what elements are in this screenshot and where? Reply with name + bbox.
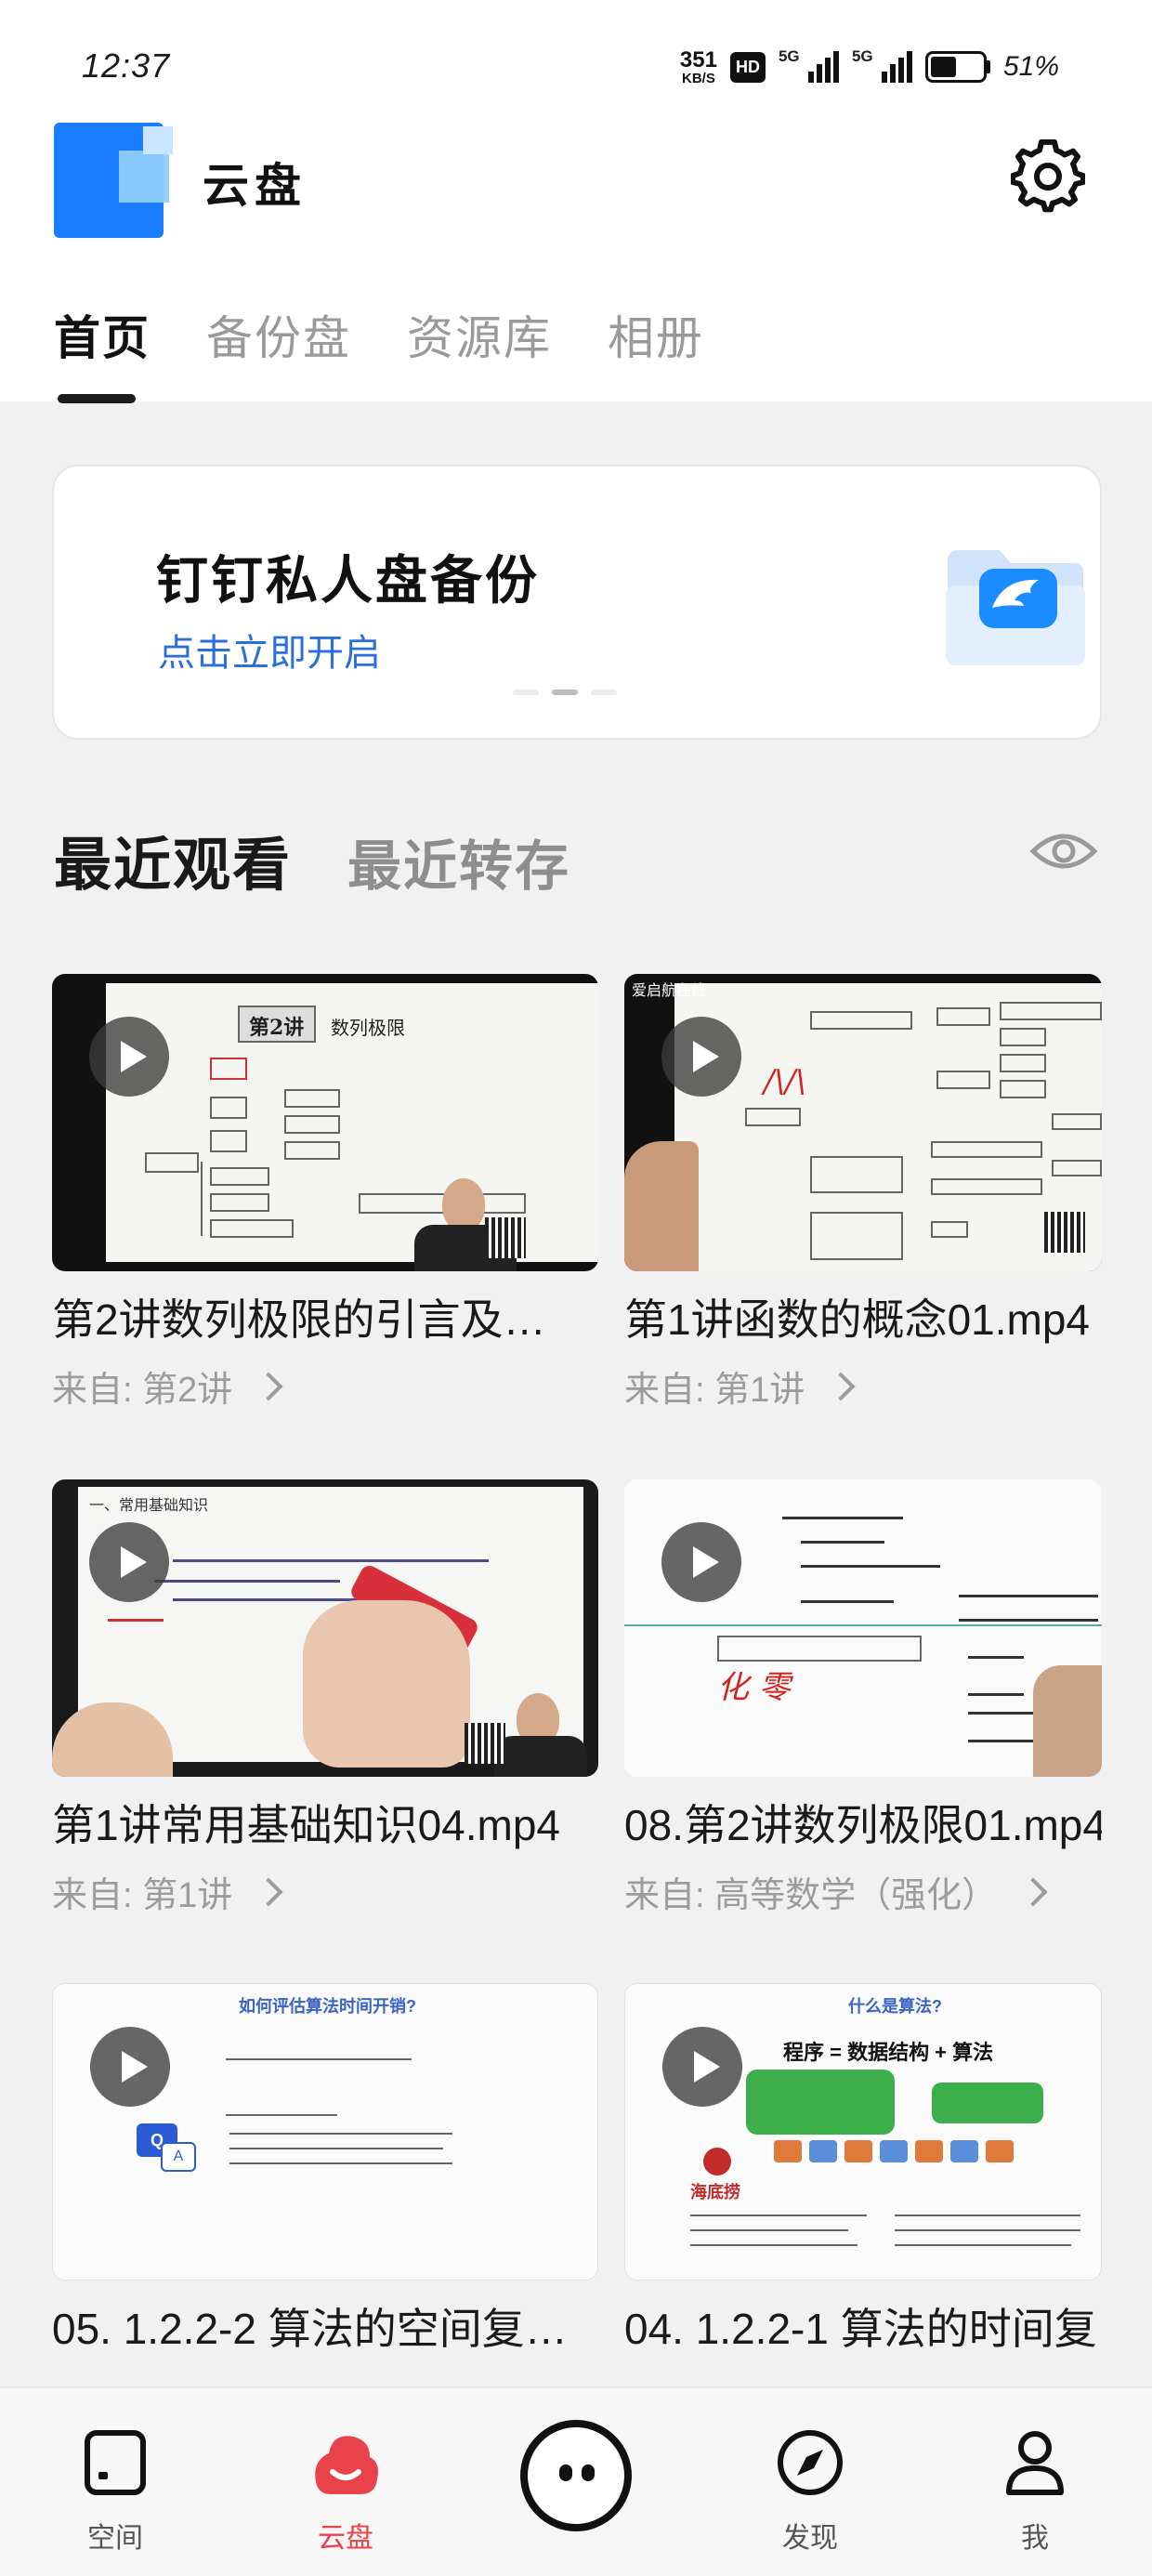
signal-icon: 5G: [779, 47, 839, 83]
chevron-right-icon: [1018, 1876, 1048, 1907]
tab-album[interactable]: 相册: [608, 301, 704, 368]
nav-me[interactable]: 我: [970, 2425, 1100, 2556]
nav-discover-label: 发现: [782, 2522, 838, 2555]
cloud-drive-icon: [315, 2436, 378, 2494]
video-card[interactable]: 化 零 08.第2讲数列极限01.mp4 来自: 高等数学（强化）: [624, 1479, 1102, 1917]
video-card[interactable]: 什么是算法? 程序 = 数据结构 + 算法 海底捞 04. 1.2.2-1 算法…: [624, 1983, 1102, 2357]
play-icon[interactable]: [90, 2027, 170, 2107]
app-logo: [54, 123, 180, 238]
signal-label: 5G: [778, 47, 800, 65]
backup-banner[interactable]: 钉钉私人盘备份 点击立即开启: [52, 465, 1102, 740]
tab-recently-saved[interactable]: 最近转存: [347, 822, 570, 900]
video-card[interactable]: 如何评估算法时间开销? Q A 05. 1.2.2-2 算法的空间复…: [52, 1983, 598, 2357]
status-time: 12:37: [82, 46, 171, 85]
video-thumbnail[interactable]: 第2讲 数列极限: [52, 974, 598, 1271]
battery-icon: [924, 51, 990, 83]
visibility-toggle-button[interactable]: [1029, 825, 1098, 877]
thumb-heading: 第2讲: [249, 1016, 305, 1040]
video-thumbnail[interactable]: 如何评估算法时间开销? Q A: [52, 1983, 598, 2280]
chevron-right-icon: [254, 1876, 283, 1907]
active-tab-indicator: [58, 394, 136, 403]
thumb-handwriting: 化 零: [717, 1669, 791, 1706]
compass-icon: [778, 2430, 843, 2495]
signal-icon: 5G: [852, 47, 912, 83]
play-icon[interactable]: [661, 1522, 741, 1602]
video-title: 第1讲函数的概念01.mp4: [624, 1295, 1091, 1344]
chat-face-button[interactable]: [520, 2420, 632, 2531]
video-thumbnail[interactable]: 一、常用基础知识: [52, 1479, 598, 1777]
video-card[interactable]: 一、常用基础知识 第1讲常用基础知识04.mp4 来自: 第1讲: [52, 1479, 598, 1917]
nav-discover[interactable]: 发现: [745, 2425, 875, 2556]
nav-cloud-drive-label: 云盘: [318, 2522, 373, 2555]
thumb-heading: 什么是算法?: [848, 1997, 942, 2016]
banner-title: 钉钉私人盘备份: [156, 551, 540, 610]
thumb-formula: 程序 = 数据结构 + 算法: [783, 2041, 994, 2064]
thumb-heading: 一、常用基础知识: [89, 1498, 209, 1514]
tab-home[interactable]: 首页: [54, 301, 151, 368]
network-speed: 351 KB/S: [679, 46, 717, 86]
video-card[interactable]: 爱启航在线 /\/\ 第1讲函数的概念01.mp4 来自: 第1讲: [624, 974, 1102, 1412]
status-indicators: 351 KB/S HD 5G 5G 51%: [680, 45, 1059, 89]
thumb-heading: 如何评估算法时间开销?: [239, 1997, 416, 2016]
network-speed-unit: KB/S: [682, 70, 715, 86]
video-title: 第1讲常用基础知识04.mp4: [52, 1801, 561, 1849]
status-bar: 12:37 351 KB/S HD 5G 5G 51%: [0, 0, 1152, 102]
video-title: 05. 1.2.2-2 算法的空间复…: [52, 2305, 568, 2353]
thumb-subheading: 数列极限: [331, 1017, 405, 1039]
tab-resource-library[interactable]: 资源库: [407, 301, 552, 368]
video-title: 第2讲数列极限的引言及…: [52, 1295, 546, 1344]
video-thumbnail[interactable]: 化 零: [624, 1479, 1102, 1777]
eye-icon: [1029, 834, 1098, 869]
folder-wing-icon: [946, 550, 1085, 665]
person-icon: [1006, 2431, 1064, 2495]
video-source-label: 来自: 第2讲: [52, 1371, 233, 1410]
play-icon[interactable]: [89, 1522, 169, 1602]
nav-me-label: 我: [1021, 2522, 1049, 2555]
banner-pagination: [513, 690, 617, 695]
video-source[interactable]: 来自: 高等数学（强化）: [624, 1866, 1102, 1917]
video-thumbnail[interactable]: 爱启航在线 /\/\: [624, 974, 1102, 1271]
nav-space-label: 空间: [87, 2522, 143, 2555]
video-source-label: 来自: 第1讲: [52, 1876, 233, 1915]
video-thumbnail[interactable]: 什么是算法? 程序 = 数据结构 + 算法 海底捞: [624, 1983, 1102, 2280]
video-source-label: 来自: 第1讲: [624, 1371, 805, 1410]
play-icon[interactable]: [89, 1017, 169, 1097]
signal-label: 5G: [851, 47, 873, 65]
video-source[interactable]: 来自: 第1讲: [52, 1866, 598, 1917]
hd-badge: HD: [729, 51, 766, 83]
video-source[interactable]: 来自: 第1讲: [624, 1360, 1102, 1412]
tab-recently-watched[interactable]: 最近观看: [54, 818, 292, 901]
video-title: 04. 1.2.2-1 算法的时间复: [624, 2305, 1097, 2353]
banner-enable-link[interactable]: 点击立即开启: [158, 623, 381, 677]
space-icon: [85, 2430, 146, 2495]
video-title: 08.第2讲数列极限01.mp4: [624, 1801, 1102, 1849]
battery-percent: 51%: [1002, 51, 1059, 82]
battery-fill: [930, 57, 957, 77]
top-tabs: 首页 备份盘 资源库 相册: [54, 301, 704, 368]
video-source-label: 来自: 高等数学（强化）: [624, 1876, 998, 1915]
chevron-right-icon: [254, 1371, 283, 1401]
nav-space[interactable]: 空间: [50, 2425, 180, 2556]
tab-backup-drive[interactable]: 备份盘: [206, 301, 351, 368]
thumb-logo: 海底捞: [690, 2183, 740, 2201]
play-icon[interactable]: [662, 2027, 742, 2107]
gear-icon: [1010, 138, 1086, 213]
nav-cloud-drive[interactable]: 云盘: [281, 2425, 411, 2556]
thumb-brand: 爱启航在线: [632, 983, 707, 999]
play-icon[interactable]: [661, 1017, 741, 1097]
video-source[interactable]: 来自: 第2讲: [52, 1360, 598, 1412]
chevron-right-icon: [826, 1371, 856, 1401]
video-card[interactable]: 第2讲 数列极限 第2讲数列极限的引言及… 来自: 第2讲: [52, 974, 598, 1412]
recent-tabs: 最近观看 最近转存: [54, 818, 570, 901]
network-speed-value: 351: [679, 46, 717, 72]
settings-button[interactable]: [1010, 138, 1086, 214]
app-title: 云盘: [203, 158, 307, 213]
